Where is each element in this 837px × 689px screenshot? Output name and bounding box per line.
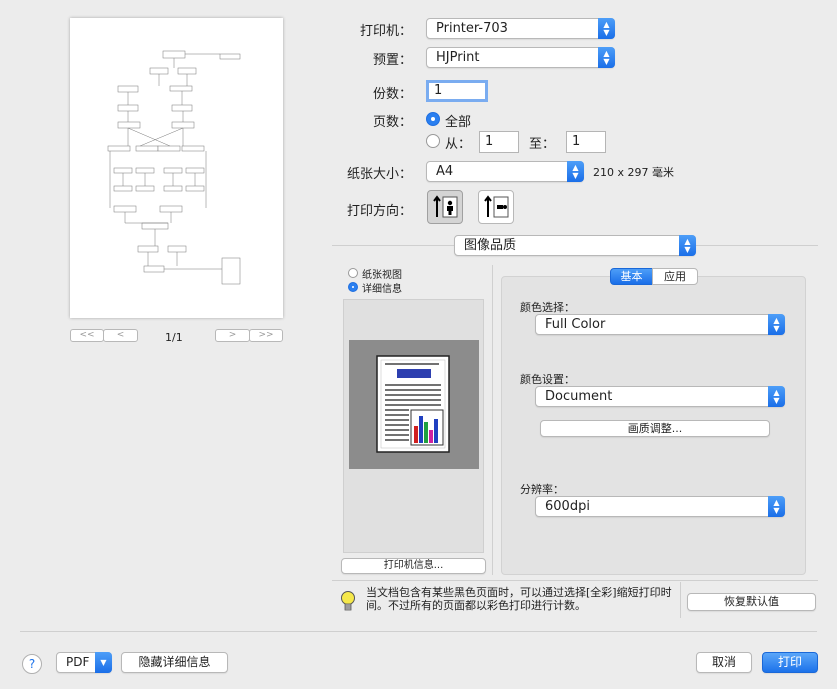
prev-page-button[interactable]: < — [103, 329, 138, 342]
copies-label: 份数： — [372, 87, 412, 102]
orientation-label: 打印方向： — [346, 204, 412, 219]
chevron-down-icon: ▼ — [95, 652, 112, 673]
pages-to-field[interactable]: 1 — [566, 131, 606, 153]
cancel-button[interactable]: 取消 — [696, 652, 752, 673]
paper-view-radio[interactable] — [348, 268, 358, 278]
popup-arrows-icon: ▲ ▼ — [598, 47, 615, 68]
pdf-menu-button[interactable]: PDF ▼ — [56, 652, 112, 673]
hide-details-button[interactable]: 隐藏详细信息 — [121, 652, 228, 673]
printer-info-button[interactable]: 打印机信息... — [341, 558, 486, 574]
page-preview — [70, 18, 283, 318]
tab-apply[interactable]: 应用 — [652, 268, 698, 285]
quality-adjust-button[interactable]: 画质调整... — [540, 420, 770, 437]
printer-popup[interactable]: Printer-703 ▲ ▼ — [426, 18, 615, 39]
color-select-popup[interactable]: Full Color ▲ ▼ — [535, 314, 785, 335]
pages-to-label: 至： — [529, 137, 556, 152]
color-setting-value: Document — [545, 389, 613, 404]
quality-illustration — [349, 340, 479, 469]
popup-arrows-icon: ▲ ▼ — [679, 235, 696, 256]
hint-divider — [332, 580, 818, 581]
landscape-orientation-button[interactable] — [478, 190, 514, 224]
help-button[interactable]: ? — [22, 654, 42, 674]
pages-range-radio[interactable] — [426, 134, 440, 148]
lightbulb-icon — [341, 591, 355, 611]
tab-basic[interactable]: 基本 — [610, 268, 653, 285]
resolution-label: 分辨率： — [520, 483, 564, 496]
pages-all-label: 全部 — [445, 115, 472, 130]
paper-size-value: A4 — [436, 164, 454, 179]
preset-label: 预置： — [372, 53, 412, 68]
first-page-button[interactable]: << — [70, 329, 104, 342]
color-setting-popup[interactable]: Document ▲ ▼ — [535, 386, 785, 407]
popup-arrows-icon: ▲ ▼ — [598, 18, 615, 39]
popup-arrows-icon: ▲ ▼ — [768, 314, 785, 335]
pages-from-field[interactable]: 1 — [479, 131, 519, 153]
preset-popup[interactable]: HJPrint ▲ ▼ — [426, 47, 615, 68]
paper-size-popup[interactable]: A4 ▲ ▼ — [426, 161, 584, 182]
printer-label: 打印机： — [359, 24, 412, 39]
paper-dimensions: 210 x 297 毫米 — [593, 166, 674, 179]
preset-value: HJPrint — [436, 50, 480, 65]
pdf-label: PDF — [66, 655, 90, 669]
section-popup[interactable]: 图像品质 ▲ ▼ — [454, 235, 696, 256]
popup-arrows-icon: ▲ ▼ — [768, 496, 785, 517]
resolution-value: 600dpi — [545, 499, 590, 514]
hint-text-line2: 间。不过所有的页面都以彩色打印进行计数。 — [366, 599, 586, 612]
color-select-value: Full Color — [545, 317, 606, 332]
resolution-popup[interactable]: 600dpi ▲ ▼ — [535, 496, 785, 517]
print-button[interactable]: 打印 — [762, 652, 818, 673]
portrait-person-icon — [433, 195, 458, 218]
paper-size-label: 纸张大小： — [346, 167, 412, 182]
document-chart-icon — [376, 355, 450, 453]
detail-info-label: 详细信息 — [362, 284, 402, 295]
copies-field[interactable]: 1 — [426, 80, 488, 102]
flowchart-thumbnail — [107, 50, 241, 285]
help-icon: ? — [28, 657, 36, 671]
pages-label: 页数： — [372, 115, 412, 130]
section-value: 图像品质 — [464, 238, 517, 253]
page-indicator: 1/1 — [165, 331, 183, 344]
detail-info-radio[interactable] — [348, 282, 358, 292]
printer-value: Printer-703 — [436, 21, 508, 36]
pages-all-radio[interactable] — [426, 112, 440, 126]
last-page-button[interactable]: >> — [249, 329, 283, 342]
popup-arrows-icon: ▲ ▼ — [768, 386, 785, 407]
landscape-person-icon — [484, 195, 509, 218]
paper-view-label: 纸张视图 — [362, 270, 402, 281]
restore-defaults-button[interactable]: 恢复默认值 — [687, 593, 816, 611]
next-page-button[interactable]: > — [215, 329, 250, 342]
hint-vertical-divider — [680, 582, 681, 618]
color-setting-label: 颜色设置： — [520, 373, 575, 386]
portrait-orientation-button[interactable] — [427, 190, 463, 224]
pages-from-label: 从： — [445, 137, 472, 152]
footer-divider — [20, 631, 817, 632]
separator-vertical — [492, 265, 493, 575]
color-select-label: 颜色选择： — [520, 301, 575, 314]
popup-arrows-icon: ▲ ▼ — [567, 161, 584, 182]
